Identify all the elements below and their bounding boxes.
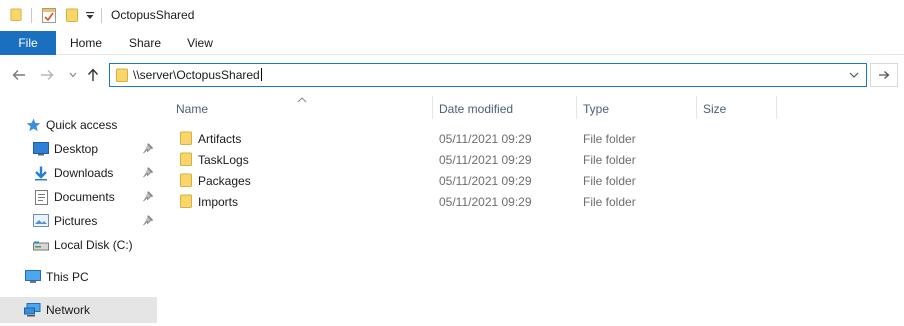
file-date-modified: 05/11/2021 09:29 — [439, 132, 532, 146]
sort-ascending-icon — [297, 92, 307, 106]
column-header-name[interactable]: Name — [176, 102, 208, 116]
nav-label: Downloads — [54, 166, 114, 180]
file-type: File folder — [583, 153, 636, 167]
column-header-date-modified[interactable]: Date modified — [439, 102, 513, 116]
right-arrow-icon — [879, 71, 890, 79]
list-item[interactable]: Imports 05/11/2021 09:29 File folder — [175, 191, 735, 212]
column-divider[interactable] — [696, 96, 697, 119]
tab-file[interactable]: File — [0, 31, 56, 55]
column-headers: Name Date modified Type Size — [160, 95, 904, 121]
up-button[interactable] — [84, 66, 102, 84]
tab-home[interactable]: Home — [64, 31, 108, 55]
up-arrow-icon — [87, 68, 99, 81]
back-button[interactable] — [10, 66, 28, 84]
nav-item-pictures[interactable]: Pictures — [0, 209, 157, 233]
disk-icon — [33, 240, 49, 254]
title-separator — [31, 8, 32, 23]
file-date-modified: 05/11/2021 09:29 — [439, 195, 532, 209]
nav-label: Network — [46, 303, 91, 317]
window-title: OctopusShared — [111, 8, 195, 22]
properties-checkmark-icon[interactable] — [42, 8, 56, 26]
nav-item-quick-access[interactable]: Quick access — [0, 113, 157, 137]
network-icon — [24, 303, 41, 320]
title-bar: OctopusShared — [0, 0, 904, 31]
title-separator — [101, 8, 102, 23]
file-name: Artifacts — [198, 132, 242, 146]
nav-item-downloads[interactable]: Downloads — [0, 161, 157, 185]
address-bar[interactable]: \\server\OctopusShared — [109, 63, 867, 87]
ribbon-tabs: File Home Share View — [0, 31, 904, 55]
nav-label: Desktop — [54, 142, 99, 156]
file-date-modified: 05/11/2021 09:29 — [439, 174, 532, 188]
file-name: TaskLogs — [198, 153, 249, 167]
file-type: File folder — [583, 174, 636, 188]
folder-icon — [180, 131, 192, 148]
file-name: Imports — [198, 195, 239, 209]
tab-view[interactable]: View — [180, 31, 220, 55]
new-folder-icon[interactable] — [66, 8, 78, 25]
nav-label: Documents — [54, 190, 115, 204]
column-header-type[interactable]: Type — [583, 102, 609, 116]
nav-item-this-pc[interactable]: This PC — [0, 265, 157, 289]
column-divider[interactable] — [432, 96, 433, 119]
back-arrow-icon — [12, 70, 25, 80]
file-date-modified: 05/11/2021 09:29 — [439, 153, 532, 167]
recent-locations-button[interactable] — [64, 66, 82, 84]
forward-arrow-icon — [41, 70, 54, 80]
column-divider[interactable] — [576, 96, 577, 119]
star-icon — [26, 118, 41, 135]
address-path[interactable]: \\server\OctopusShared — [133, 68, 262, 82]
file-type: File folder — [583, 132, 636, 146]
column-divider[interactable] — [776, 96, 777, 119]
pin-icon[interactable] — [143, 167, 154, 181]
list-item[interactable]: TaskLogs 05/11/2021 09:29 File folder — [175, 149, 735, 170]
list-item[interactable]: Packages 05/11/2021 09:29 File folder — [175, 170, 735, 191]
address-row: \\server\OctopusShared — [0, 55, 904, 95]
folder-icon[interactable] — [10, 8, 22, 24]
documents-icon — [35, 190, 48, 208]
download-arrow-icon — [34, 166, 48, 184]
nav-item-desktop[interactable]: Desktop — [0, 137, 157, 161]
go-button[interactable] — [870, 63, 898, 87]
nav-label: Local Disk (C:) — [54, 238, 133, 252]
column-header-size[interactable]: Size — [703, 102, 726, 116]
text-caret — [260, 68, 262, 81]
tab-share[interactable]: Share — [122, 31, 168, 55]
navigation-pane: Quick access Desktop Downloads Documents — [0, 95, 160, 326]
pin-icon[interactable] — [143, 215, 154, 229]
file-name: Packages — [198, 174, 251, 188]
computer-icon — [25, 270, 41, 287]
pictures-icon — [33, 214, 49, 230]
forward-button[interactable] — [38, 66, 56, 84]
nav-item-network[interactable]: Network — [0, 297, 157, 323]
folder-icon — [180, 173, 192, 190]
nav-label: Quick access — [46, 118, 118, 132]
address-history-button[interactable] — [848, 69, 860, 84]
nav-item-local-disk[interactable]: Local Disk (C:) — [0, 233, 157, 257]
folder-icon — [180, 194, 192, 211]
quick-access-dropdown-icon[interactable] — [86, 10, 94, 24]
chevron-down-icon — [69, 72, 77, 78]
file-type: File folder — [583, 195, 636, 209]
nav-item-documents[interactable]: Documents — [0, 185, 157, 209]
desktop-icon — [33, 142, 49, 159]
chevron-down-icon — [849, 72, 859, 78]
nav-label: This PC — [46, 270, 89, 284]
folder-icon — [116, 68, 128, 85]
pin-icon[interactable] — [143, 191, 154, 205]
pin-icon[interactable] — [143, 143, 154, 157]
list-item[interactable]: Artifacts 05/11/2021 09:29 File folder — [175, 128, 735, 149]
nav-label: Pictures — [54, 214, 98, 228]
folder-icon — [180, 152, 192, 169]
